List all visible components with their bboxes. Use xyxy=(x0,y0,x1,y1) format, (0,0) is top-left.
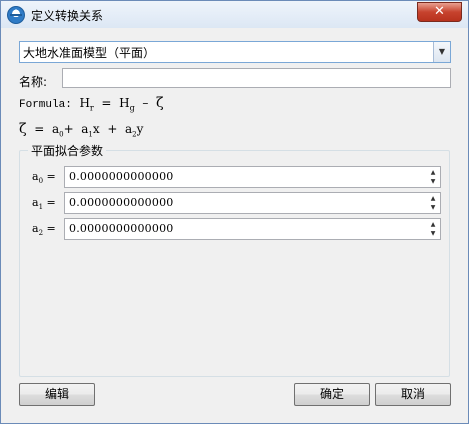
param-label: a1 = xyxy=(32,196,56,212)
app-logo-icon xyxy=(7,6,25,24)
model-select[interactable]: 大地水准面模型（平面） ▼ xyxy=(19,41,451,63)
group-title: 平面拟合参数 xyxy=(28,142,107,159)
zeta-symbol: ζ xyxy=(19,121,27,137)
param-row-a2: a2 = 0.0000000000000 ▲ ▼ xyxy=(30,218,441,240)
title-bar[interactable]: 定义转换关系 ✕ xyxy=(1,1,468,28)
zeta-plus1: + xyxy=(63,122,74,136)
ok-button[interactable]: 确定 xyxy=(294,383,370,406)
spin-up-icon[interactable]: ▲ xyxy=(427,220,439,229)
formula-equals: = xyxy=(101,96,112,110)
formula-hg-sub: g xyxy=(129,103,135,113)
param-label: a0 = xyxy=(32,170,56,186)
formula-label: Formula: xyxy=(19,99,72,111)
param-a0-input[interactable]: 0.0000000000000 ▲ ▼ xyxy=(64,166,441,188)
zeta-plus2: + xyxy=(107,122,118,136)
param-row-a0: a0 = 0.0000000000000 ▲ ▼ xyxy=(30,166,441,188)
name-input[interactable] xyxy=(62,68,451,88)
spin-down-icon[interactable]: ▼ xyxy=(427,203,439,212)
formula-hr-sub: r xyxy=(89,103,94,113)
param-value: 0.0000000000000 xyxy=(69,196,174,209)
zeta-y: y xyxy=(136,122,144,136)
zeta-equals: = xyxy=(34,122,45,136)
formula-line: Formula: Hr = Hg – ζ xyxy=(19,95,164,112)
dialog-content: 大地水准面模型（平面） ▼ 名称: Formula: Hr = Hg – ζ ζ… xyxy=(1,28,468,423)
param-a1-input[interactable]: 0.0000000000000 ▲ ▼ xyxy=(64,192,441,214)
formula-hr: H xyxy=(79,96,90,110)
cancel-button[interactable]: 取消 xyxy=(375,383,451,406)
close-button[interactable]: ✕ xyxy=(417,2,462,22)
formula-hg: H xyxy=(119,96,130,110)
zeta-x: x xyxy=(92,122,100,136)
param-value: 0.0000000000000 xyxy=(69,222,174,235)
name-label: 名称: xyxy=(19,75,48,89)
param-value: 0.0000000000000 xyxy=(69,170,174,183)
param-label: a2 = xyxy=(32,222,56,238)
formula-minus: – xyxy=(142,96,149,110)
param-a2-input[interactable]: 0.0000000000000 ▲ ▼ xyxy=(64,218,441,240)
chevron-down-icon[interactable]: ▼ xyxy=(433,42,450,62)
edit-button[interactable]: 编辑 xyxy=(19,383,95,406)
formula-zeta: ζ xyxy=(155,95,164,111)
param-row-a1: a1 = 0.0000000000000 ▲ ▼ xyxy=(30,192,441,214)
window-title: 定义转换关系 xyxy=(31,9,104,23)
model-select-value: 大地水准面模型（平面） xyxy=(23,46,156,60)
spin-up-icon[interactable]: ▲ xyxy=(427,194,439,203)
spin-up-icon[interactable]: ▲ xyxy=(427,168,439,177)
spin-buttons[interactable]: ▲ ▼ xyxy=(427,194,439,212)
dialog-window: 定义转换关系 ✕ 大地水准面模型（平面） ▼ 名称: Formula: Hr =… xyxy=(0,0,469,424)
spin-down-icon[interactable]: ▼ xyxy=(427,229,439,238)
spin-down-icon[interactable]: ▼ xyxy=(427,177,439,186)
spin-buttons[interactable]: ▲ ▼ xyxy=(427,220,439,238)
zeta-formula-line: ζ = a0+ a1x + a2y xyxy=(19,121,143,138)
plane-fit-params-group: 平面拟合参数 a0 = 0.0000000000000 ▲ ▼ a1 = 0.00… xyxy=(19,142,450,377)
spin-buttons[interactable]: ▲ ▼ xyxy=(427,168,439,186)
